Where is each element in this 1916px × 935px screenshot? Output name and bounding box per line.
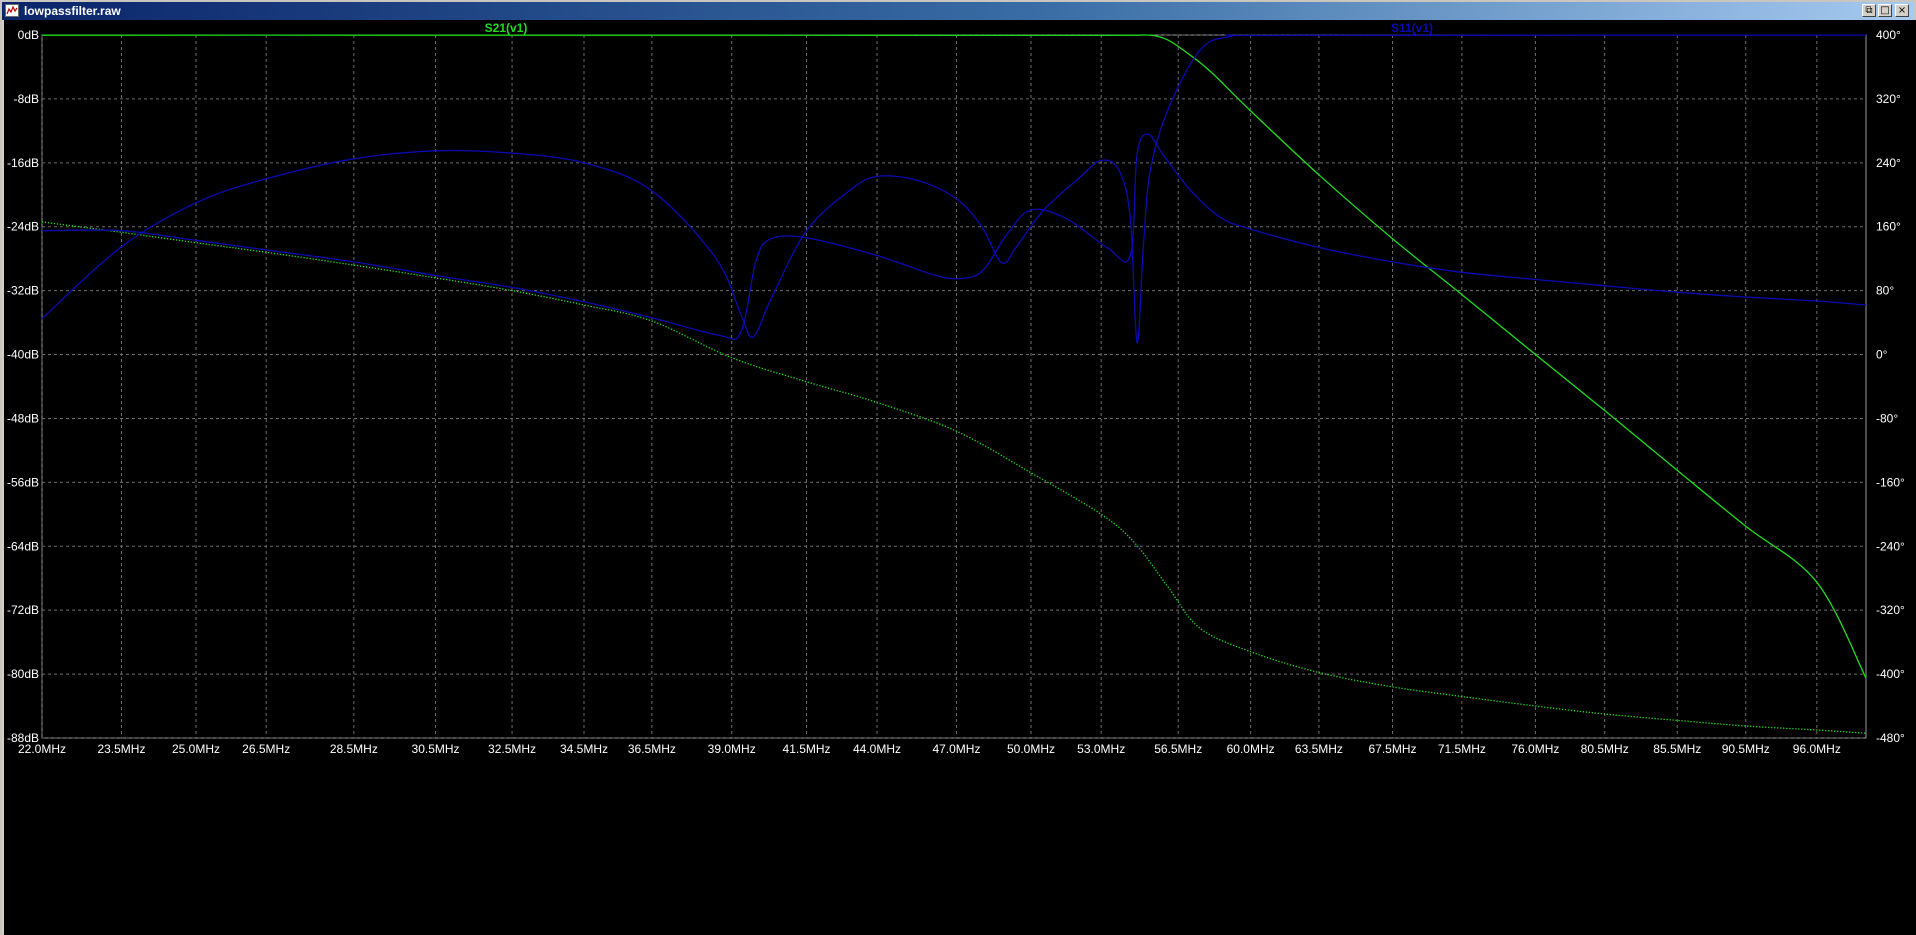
y-left-tick-label: -24dB <box>7 220 39 234</box>
plot-area[interactable]: 22.0MHz 23.5MHz 25.0MHz 26.5MHz 28.5MHz 30.5M… <box>4 20 1916 935</box>
x-tick-label: 80.5MHz <box>1581 742 1629 756</box>
x-tick-label: 26.5MHz <box>242 742 290 756</box>
close-button[interactable]: × <box>1895 4 1909 17</box>
x-tick-label: 90.5MHz <box>1722 742 1770 756</box>
legend-s11[interactable]: S11(v1) <box>1391 21 1433 35</box>
window-title: lowpassfilter.raw <box>24 4 121 18</box>
x-tick-label: 41.5MHz <box>783 742 831 756</box>
x-tick-label: 32.5MHz <box>488 742 536 756</box>
x-tick-label: 30.5MHz <box>412 742 460 756</box>
x-tick-label: 53.0MHz <box>1077 742 1125 756</box>
y-right-tick-label: 400° <box>1876 28 1901 42</box>
x-tick-label: 47.0MHz <box>932 742 980 756</box>
y-left-tick-label: -64dB <box>7 539 39 553</box>
y-left-tick-label: -48dB <box>7 411 39 425</box>
x-tick-label: 67.5MHz <box>1369 742 1417 756</box>
y-right-tick-label: 320° <box>1876 92 1901 106</box>
y-left-tick-label: 0dB <box>18 28 39 42</box>
y-left-tick-label: -16dB <box>7 156 39 170</box>
y-right-tick-label: 160° <box>1876 220 1901 234</box>
y-left-tick-label: -80dB <box>7 667 39 681</box>
x-tick-label: 63.5MHz <box>1295 742 1343 756</box>
x-tick-label: 25.0MHz <box>172 742 220 756</box>
y-right-tick-label: -80° <box>1876 411 1898 425</box>
y-left-tick-label: -8dB <box>14 92 39 106</box>
y-right-tick-label: -240° <box>1876 539 1905 553</box>
y-left-tick-label: -72dB <box>7 603 39 617</box>
restore-button[interactable]: ⧉ <box>1862 4 1876 17</box>
x-tick-label: 44.0MHz <box>853 742 901 756</box>
y-right-tick-label: -400° <box>1876 667 1905 681</box>
plot-frame <box>41 34 1867 739</box>
x-tick-label: 96.0MHz <box>1793 742 1841 756</box>
x-tick-label: 50.0MHz <box>1007 742 1055 756</box>
s21-magnitude-line <box>41 34 1867 679</box>
x-tick-label: 85.5MHz <box>1653 742 1701 756</box>
x-tick-label: 76.0MHz <box>1511 742 1559 756</box>
legend-s21[interactable]: S21(v1) <box>485 21 528 35</box>
title-bar[interactable]: lowpassfilter.raw ⧉ □ × <box>2 2 1914 20</box>
x-tick-label: 60.0MHz <box>1227 742 1275 756</box>
x-tick-label: 34.5MHz <box>560 742 608 756</box>
y-right-tick-label: -480° <box>1876 731 1905 745</box>
x-tick-label: 56.5MHz <box>1154 742 1202 756</box>
waveform-file-icon <box>5 4 19 17</box>
maximize-button[interactable]: □ <box>1878 4 1892 17</box>
x-tick-label: 23.5MHz <box>97 742 145 756</box>
y-right-tick-label: -160° <box>1876 475 1905 489</box>
y-left-tick-label: -88dB <box>7 731 39 745</box>
s11-phase-line <box>41 133 1867 341</box>
y-left-tick-label: -56dB <box>7 475 39 489</box>
y-left-tick-label: -32dB <box>7 284 39 298</box>
waveform-window: lowpassfilter.raw ⧉ □ × 22.0MHz 23.5MHz 25… <box>0 0 1916 935</box>
x-tick-label: 36.5MHz <box>628 742 676 756</box>
x-tick-label: 39.0MHz <box>708 742 756 756</box>
s11-magnitude-line <box>41 34 1867 344</box>
s21-phase-line <box>41 221 1867 734</box>
y-right-tick-label: 80° <box>1876 284 1894 298</box>
y-left-tick-label: -40dB <box>7 348 39 362</box>
bode-chart[interactable]: 22.0MHz 23.5MHz 25.0MHz 26.5MHz 28.5MHz 30.5M… <box>4 20 1916 935</box>
y-right-tick-label: 0° <box>1876 348 1888 362</box>
y-right-tick-label: 240° <box>1876 156 1901 170</box>
x-tick-label: 71.5MHz <box>1438 742 1486 756</box>
x-tick-label: 28.5MHz <box>330 742 378 756</box>
y-right-tick-label: -320° <box>1876 603 1905 617</box>
